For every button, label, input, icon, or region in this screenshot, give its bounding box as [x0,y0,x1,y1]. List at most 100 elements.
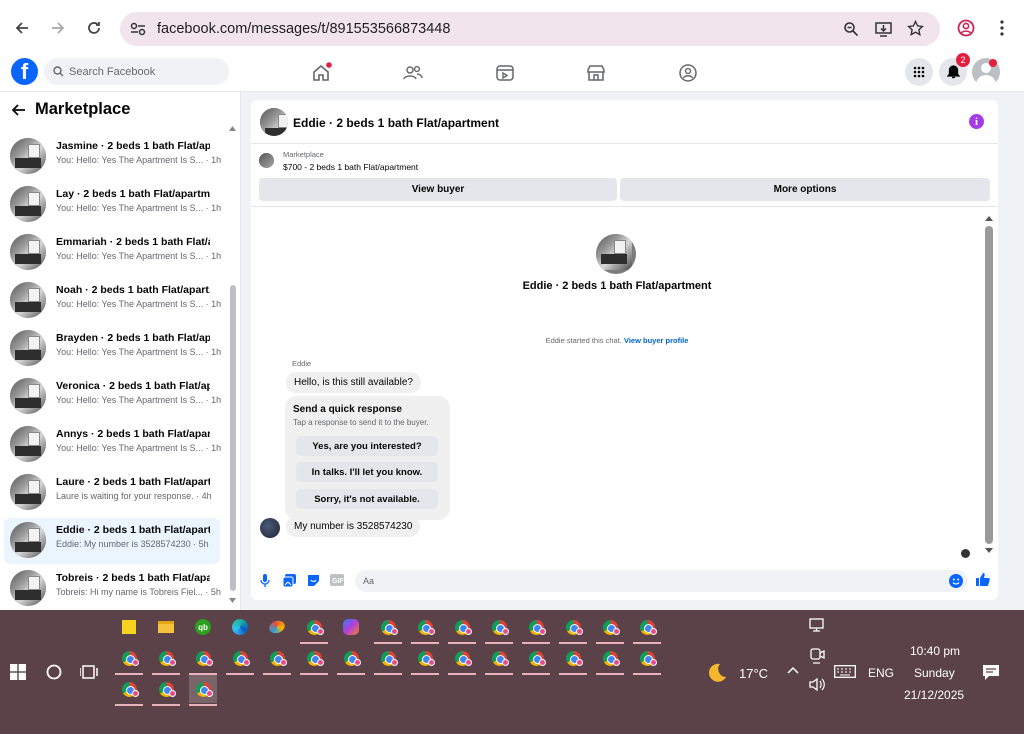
emoji-icon[interactable] [949,574,963,588]
chrome-window-icon[interactable] [152,644,180,675]
clock-time[interactable]: 10:40 pm [910,644,960,658]
message-input[interactable]: Aa [355,570,968,592]
chrome-window-icon[interactable] [559,644,587,675]
conversation-item[interactable]: Lay · 2 beds 1 bath Flat/apartm... You: H… [4,182,221,228]
conversation-item[interactable]: Noah · 2 beds 1 bath Flat/apart... You: H… [4,278,221,324]
forward-icon[interactable] [46,16,70,40]
chrome-window-icon[interactable] [115,675,143,706]
groups-icon[interactable] [677,62,699,84]
weather-temperature[interactable]: 17°C [739,666,768,681]
quick-reply-in-talks-button[interactable]: In talks. I'll let you know. [296,462,438,482]
chrome-window-icon[interactable] [300,644,328,675]
back-arrow-icon[interactable] [12,103,26,116]
listing-summary[interactable]: Marketplace $700 - 2 beds 1 bath Flat/ap… [251,144,998,174]
quick-reply-yes-button[interactable]: Yes, are you interested? [296,436,438,456]
chrome-window-icon[interactable] [189,675,217,706]
chrome-window-icon[interactable] [411,644,439,675]
buyer-profile-photo[interactable] [596,234,636,274]
search-circle-icon[interactable] [46,664,62,680]
scroll-up-arrow-icon[interactable] [985,216,993,221]
video-icon[interactable] [494,62,516,84]
chrome-window-icon[interactable] [448,613,476,644]
task-view-icon[interactable] [80,664,98,680]
notification-center-icon[interactable] [982,664,1000,681]
scroll-down-arrow-icon[interactable] [985,548,993,553]
microphone-icon[interactable] [260,574,270,587]
chrome-window-icon[interactable] [559,613,587,644]
gif-icon[interactable]: GIF [330,574,344,586]
conversation-item[interactable]: Tobreis · 2 beds 1 bath Flat/apa... Tobre… [4,566,221,610]
chrome-window-icon[interactable] [374,613,402,644]
chrome-window-icon[interactable] [226,644,254,675]
webcam-icon[interactable] [810,648,825,664]
facebook-logo-icon[interactable]: f [11,58,38,85]
url-text[interactable]: facebook.com/messages/t/891553566873448 [157,21,450,37]
marketplace-icon[interactable] [585,62,607,84]
file-explorer-icon[interactable] [152,613,180,641]
chrome-window-icon[interactable] [189,644,217,675]
buyer-small-avatar[interactable] [260,518,280,538]
home-icon[interactable] [310,62,332,84]
clock-date[interactable]: 21/12/2025 [904,688,964,702]
conversation-item[interactable]: Brayden · 2 beds 1 bath Flat/ap... You: H… [4,326,221,372]
copilot-icon[interactable] [337,613,365,641]
reload-icon[interactable] [82,16,106,40]
conversation-item[interactable]: Emmariah · 2 beds 1 bath Flat/a... You: H… [4,230,221,276]
chrome-window-icon[interactable] [596,644,624,675]
chrome-window-icon[interactable] [300,613,328,644]
language-indicator[interactable]: ENG [868,666,894,680]
clock-day[interactable]: Sunday [914,666,955,680]
conversation-item[interactable]: Annys · 2 beds 1 bath Flat/apar... You: H… [4,422,221,468]
like-thumb-icon[interactable] [975,572,990,587]
network-icon[interactable] [809,618,826,633]
bookmark-star-icon[interactable] [907,20,924,37]
keyboard-icon[interactable] [834,665,856,678]
quick-reply-not-available-button[interactable]: Sorry, it's not available. [296,489,438,509]
conversation-item[interactable]: Veronica · 2 beds 1 bath Flat/ap... You: … [4,374,221,420]
conversation-item[interactable]: Eddie · 2 beds 1 bath Flat/apart... Eddie… [4,518,220,564]
thread-scroll-thumb[interactable] [985,226,993,544]
search-input[interactable]: Search Facebook [44,58,229,85]
chrome-window-icon[interactable] [263,644,291,675]
paint-icon[interactable] [263,613,291,641]
sticky-notes-icon[interactable] [115,613,143,641]
chrome-window-icon[interactable] [633,644,661,675]
chrome-window-icon[interactable] [633,613,661,644]
photo-icon[interactable] [283,574,296,587]
conversation-item[interactable]: Jasmine · 2 beds 1 bath Flat/ap... You: H… [4,134,221,180]
chat-title[interactable]: Eddie · 2 beds 1 bath Flat/apartment [293,116,499,130]
view-buyer-profile-link[interactable]: View buyer profile [624,336,688,345]
view-buyer-button[interactable]: View buyer [259,178,617,201]
more-options-button[interactable]: More options [620,178,990,201]
quickbooks-icon[interactable]: qb [189,613,217,641]
chrome-window-icon[interactable] [152,675,180,706]
chrome-window-icon[interactable] [337,644,365,675]
chrome-window-icon[interactable] [115,644,143,675]
chrome-window-icon[interactable] [522,644,550,675]
chrome-window-icon[interactable] [485,613,513,644]
info-icon[interactable]: i [969,114,984,129]
chrome-window-icon[interactable] [522,613,550,644]
chrome-window-icon[interactable] [374,644,402,675]
chrome-window-icon[interactable] [485,644,513,675]
sidebar-scroll-thumb[interactable] [230,285,236,591]
edge-icon[interactable] [226,613,254,641]
volume-icon[interactable] [809,677,826,692]
friends-icon[interactable] [402,62,424,84]
conversation-item[interactable]: Laure · 2 beds 1 bath Flat/apart... Laure… [4,470,220,516]
chrome-window-icon[interactable] [411,613,439,644]
weather-moon-icon[interactable] [706,662,728,684]
profile-icon[interactable] [954,16,978,40]
back-icon[interactable] [10,16,34,40]
tray-chevron-up-icon[interactable] [787,666,799,674]
address-bar[interactable]: facebook.com/messages/t/891553566873448 [120,12,940,46]
menu-grid-icon[interactable] [905,58,933,86]
menu-dots-icon[interactable] [990,16,1014,40]
install-app-icon[interactable] [875,21,892,37]
site-settings-icon[interactable] [130,22,146,36]
windows-start-icon[interactable] [10,664,26,680]
chrome-window-icon[interactable] [448,644,476,675]
chrome-window-icon[interactable] [596,613,624,644]
zoom-icon[interactable] [843,21,859,37]
sticker-icon[interactable] [307,574,320,587]
